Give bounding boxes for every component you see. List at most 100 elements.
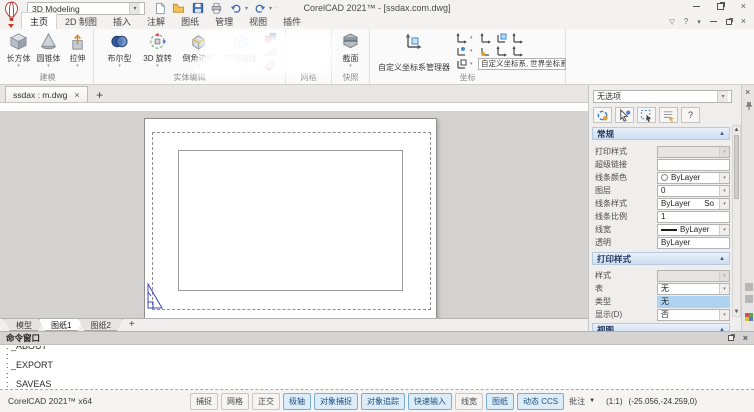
close-button[interactable]: × — [741, 3, 746, 10]
properties-palette-icon[interactable] — [745, 313, 753, 321]
tab-insert[interactable]: 插入 — [105, 13, 139, 29]
ccs-entity-button[interactable] — [494, 32, 508, 44]
ccs-world-button[interactable] — [454, 32, 468, 44]
drawing-canvas[interactable] — [0, 103, 588, 318]
dropdown-icon[interactable]: ▾ — [47, 64, 50, 69]
tab-addins[interactable]: 插件 — [275, 13, 309, 29]
doc-close-button[interactable]: × — [741, 18, 746, 25]
quick-select-button[interactable] — [659, 107, 678, 123]
ccs-named-button[interactable] — [454, 58, 468, 70]
ccs-selector[interactable]: 自定义坐标系, 世界坐标系 ▾ — [478, 58, 566, 70]
boolean-button[interactable]: 布尔型 ▾ — [102, 30, 138, 70]
tab-sheet[interactable]: 图纸 — [173, 13, 207, 29]
cone-button[interactable]: 圆锥体 ▾ — [34, 30, 64, 69]
dropdown-icon[interactable]: ▾ — [118, 64, 121, 69]
section-header-print-style[interactable]: 打印样式 ▲ — [592, 252, 730, 265]
new-sheet-button[interactable]: + — [123, 319, 141, 331]
tab-sheet2[interactable]: 图纸2 — [78, 319, 122, 331]
entity-selector[interactable]: 无选项 ▾ — [593, 90, 732, 103]
toggle-snap[interactable]: 捕捉 — [190, 393, 218, 410]
tab-home[interactable]: 主页 — [21, 12, 57, 29]
chevron-down-icon[interactable]: ▾ — [717, 91, 728, 102]
restore-button[interactable] — [717, 3, 724, 10]
layer-combo[interactable]: 0 ▾ — [657, 185, 730, 197]
toggle-grid[interactable]: 网格 — [221, 393, 249, 410]
line-weight-combo[interactable]: ByLayer ▾ — [657, 224, 730, 236]
transparency-input[interactable]: ByLayer — [657, 237, 730, 249]
tab-view[interactable]: 视图 — [241, 13, 275, 29]
display-combo[interactable]: 否 ▾ — [657, 309, 730, 321]
collapse-icon[interactable]: ▲ — [719, 131, 725, 137]
ccs-zaxis-button[interactable] — [478, 45, 492, 57]
chevron-down-icon[interactable]: ▾ — [719, 284, 729, 294]
table-combo[interactable]: 无 ▾ — [657, 283, 730, 295]
document-tab-close-icon[interactable]: × — [74, 90, 79, 100]
ccs-previous-button[interactable] — [478, 32, 492, 44]
help-button[interactable]: ? — [681, 107, 700, 123]
chevron-down-icon[interactable]: ▾ — [719, 225, 729, 235]
properties-scrollbar[interactable]: ▲ ▼ — [732, 125, 741, 317]
toggle-sheet[interactable]: 图纸 — [486, 393, 514, 410]
doc-minimize-button[interactable] — [710, 21, 717, 22]
command-close-button[interactable]: × — [743, 335, 748, 342]
sheet-paper[interactable] — [144, 118, 437, 324]
scroll-down-icon[interactable]: ▼ — [733, 308, 740, 316]
command-float-button[interactable] — [728, 335, 734, 341]
section-header-view[interactable]: 视图 ▲ — [592, 323, 730, 331]
chevron-down-icon[interactable]: ▾ — [719, 173, 729, 183]
ccs-manager-button[interactable]: 自定义坐标系管理器 — [376, 31, 452, 73]
dropdown-icon[interactable]: ▾ — [470, 35, 476, 41]
type-value[interactable]: 无 — [657, 296, 730, 308]
ccs-origin-button[interactable] — [454, 45, 468, 57]
dropdown-icon[interactable]: ▾ — [156, 64, 159, 69]
chevron-down-icon[interactable]: ▾ — [719, 310, 729, 320]
scroll-up-icon[interactable]: ▲ — [733, 126, 740, 134]
toggle-lineweight[interactable]: 线宽 — [455, 393, 483, 410]
chevron-down-icon[interactable]: ▾ — [719, 199, 729, 209]
toggle-esnap[interactable]: 对象捕捉 — [314, 393, 358, 410]
tab-2d-drafting[interactable]: 2D 制图 — [57, 13, 105, 29]
extrude-button[interactable]: 拉伸 ▾ — [64, 30, 92, 69]
annotation-menu[interactable]: 批注 ▼ — [564, 394, 600, 409]
tab-annotate[interactable]: 注解 — [139, 13, 173, 29]
chevron-down-icon[interactable]: ▾ — [719, 186, 729, 196]
tab-model[interactable]: 模型 — [4, 319, 44, 331]
toggle-polar[interactable]: 极轴 — [283, 393, 311, 410]
toggle-ortho[interactable]: 正交 — [252, 393, 280, 410]
dropdown-icon[interactable]: ▾ — [349, 64, 352, 69]
scrollbar-thumb[interactable] — [734, 135, 739, 199]
toggle-qinput[interactable]: 快速输入 — [408, 393, 452, 410]
help-dropdown-icon[interactable]: ▾ — [697, 18, 701, 26]
line-scale-input[interactable]: 1 — [657, 211, 730, 223]
rotate-3d-button[interactable]: 3D 旋转 ▾ — [138, 30, 178, 70]
palette-close-icon[interactable]: × — [745, 87, 750, 97]
ccs-3point-button[interactable] — [494, 45, 508, 57]
line-style-combo[interactable]: ByLayer So ▾ — [657, 198, 730, 210]
dropdown-icon[interactable]: ▾ — [470, 61, 476, 67]
toggle-etrack[interactable]: 对象追踪 — [361, 393, 405, 410]
select-matching-button[interactable] — [593, 107, 612, 123]
ccs-face-button[interactable] — [510, 32, 524, 44]
viewport-rect[interactable] — [178, 150, 403, 291]
command-window-header[interactable]: 命令窗口 × — [0, 332, 754, 345]
section-header-general[interactable]: 常规 ▲ — [592, 127, 730, 140]
canvas-background[interactable] — [0, 111, 588, 318]
document-tab[interactable]: ssdax : m.dwg × — [5, 86, 88, 102]
command-history[interactable]: : _ABOUT : : _EXPORT : : _SAVEAS : — [0, 346, 754, 388]
ribbon-collapse-icon[interactable]: ▽ — [669, 18, 674, 26]
tab-manage[interactable]: 管理 — [207, 13, 241, 29]
dropdown-icon[interactable]: ▾ — [470, 48, 476, 54]
collapse-icon[interactable]: ▲ — [719, 256, 725, 262]
ccs-rotate-button[interactable] — [510, 45, 524, 57]
dropdown-icon[interactable]: ▾ — [17, 64, 20, 69]
select-entities-button[interactable] — [615, 107, 634, 123]
tab-sheet1[interactable]: 图纸1 — [39, 319, 83, 331]
pin-icon[interactable] — [745, 101, 753, 113]
hyperlink-input[interactable] — [657, 159, 730, 171]
doc-restore-button[interactable] — [726, 19, 732, 25]
line-color-combo[interactable]: ByLayer ▾ — [657, 172, 730, 184]
select-box-button[interactable] — [637, 107, 656, 123]
help-icon[interactable]: ? — [684, 17, 688, 26]
toggle-dynamic-ccs[interactable]: 动态 CCS — [517, 393, 564, 410]
minimize-button[interactable] — [693, 6, 700, 7]
